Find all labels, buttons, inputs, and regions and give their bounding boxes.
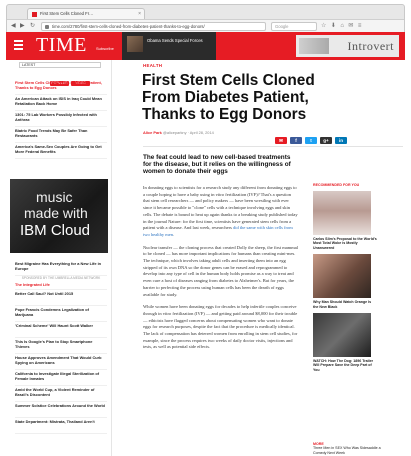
list-item[interactable]: Biatric Food Trends May Be Safer Than Re… (15, 127, 107, 143)
linkedin-share-button[interactable]: in (335, 137, 347, 144)
search-placeholder: Google (275, 24, 289, 29)
section-label[interactable]: HEALTH (143, 63, 162, 68)
recommended-caption: WATCH: How The Dog: 1896 Trailer Will Pr… (313, 359, 374, 372)
url-text: time.com/2780/first-stem-cells-cloned-fr… (52, 24, 205, 29)
article-dek: The feat could lead to new cell-based tr… (143, 154, 291, 176)
recommended-image (313, 313, 371, 358)
ad-line: made with (24, 205, 88, 221)
twitter-share-button[interactable]: t (305, 137, 317, 144)
more-link[interactable]: Three Men in SEX Who Was Sidesaddle a Co… (313, 446, 383, 455)
list-item[interactable]: Summer Solstice Celebrations Around the … (15, 402, 107, 418)
inline-link[interactable]: did the same with skin cells from two he… (143, 225, 293, 237)
list-item[interactable]: An American Attack on ISIS in Iraq Could… (15, 95, 107, 111)
divider (143, 146, 403, 147)
list-item[interactable]: Amid the World Cup, a Violent Reminder o… (15, 386, 107, 402)
list-item[interactable]: 1301: 75 Lab Workers Possibly Infected w… (15, 111, 107, 127)
subscribe-link[interactable]: Subscribe (96, 46, 114, 51)
header-promo[interactable]: Obama Sends Special Forces (122, 32, 216, 60)
recommended-rail: RECOMMENDED FOR YOU Carlos Slim's Propos… (313, 183, 405, 376)
list-item[interactable]: America's Same-Sex Couples Are Going to … (15, 143, 107, 159)
list-item[interactable]: The Integrated Life (15, 281, 107, 290)
ad-image (299, 38, 329, 54)
author-link[interactable]: Alice Park (143, 130, 162, 135)
byline: Alice Park @aliceparkny · April 28, 2014 (143, 130, 214, 135)
hamburger-menu-icon[interactable] (14, 40, 23, 50)
list-item[interactable]: This Is Google's Plan to Stop Smartphone… (15, 338, 107, 354)
recommended-heading: RECOMMENDED FOR YOU (313, 183, 360, 187)
list-item[interactable]: Better Call Saul? Not Until 2015 (15, 290, 107, 306)
facebook-share-button[interactable]: f (290, 137, 302, 144)
recommended-image (313, 191, 371, 235)
byline-meta: @aliceparkny · April 28, 2014 (161, 130, 214, 135)
close-tab-icon[interactable]: × (138, 9, 141, 19)
forward-button[interactable]: ▶ (20, 23, 25, 29)
recommended-item[interactable]: Carlos Slim's Proposal to the World's Mo… (313, 191, 405, 250)
recommended-item[interactable]: Why Man Should Watch Orange Is the New B… (313, 254, 405, 309)
article-title: First Stem Cells Cloned From Diabetes Pa… (142, 72, 315, 123)
sidebar-latest-tab[interactable]: LATEST (19, 62, 101, 68)
navigation-bar: ◀ ▶ ↻ time.com/2780/first-stem-cells-clo… (7, 19, 404, 32)
article: HEALTH First Stem Cells Cloned From Diab… (112, 60, 405, 456)
page-icon (45, 25, 49, 29)
paragraph: In donating eggs to scientists for a res… (143, 185, 298, 237)
recommended-caption: Why Man Should Watch Orange Is the New B… (313, 300, 372, 309)
list-item[interactable]: 'Criminal Scheme' Will Haunt Scott Walke… (15, 322, 107, 338)
recommended-item[interactable]: WATCH: How The Dog: 1896 Trailer Will Pr… (313, 313, 405, 372)
search-box[interactable]: Google (271, 22, 317, 31)
sidebar-list-2: Best Migraine Has Everything for a New L… (15, 260, 107, 434)
ad-line: IBM Cloud (20, 222, 91, 239)
list-item[interactable]: Pope Francis Condemns Legalization of Ma… (15, 306, 107, 322)
site-header: TIME Subscribe Obama Sends Special Force… (6, 32, 405, 60)
address-bar[interactable]: time.com/2780/first-stem-cells-cloned-fr… (41, 22, 266, 31)
header-advertisement[interactable]: Introvert (296, 35, 399, 57)
list-item[interactable]: First Stem Cells Cloned From Diabetes Pa… (15, 79, 107, 95)
promo-text: Obama Sends Special Forces (147, 38, 203, 43)
recommended-image (313, 254, 371, 299)
googleplus-share-button[interactable]: g+ (320, 137, 332, 144)
toolbar-icons[interactable]: ☆ ⬇ ⌂ ✉ ≡ (321, 22, 363, 29)
list-item[interactable]: Best Migraine Has Everything for a New L… (15, 260, 107, 276)
time-favicon-icon (32, 12, 37, 17)
list-item[interactable]: California to Investigate Illegal Steril… (15, 370, 107, 386)
ibm-cloud-ad[interactable]: music made with IBM Cloud (10, 179, 108, 253)
list-item[interactable]: House Approves Amendment That Would Curb… (15, 354, 107, 370)
article-body: In donating eggs to scientists for a res… (143, 185, 298, 357)
paragraph: Nuclear transfer — the cloning process t… (143, 244, 298, 297)
sidebar-list: First Stem Cells Cloned From Diabetes Pa… (15, 79, 107, 159)
back-button[interactable]: ◀ (11, 23, 16, 29)
paragraph: While women have been donating eggs for … (143, 304, 298, 350)
share-bar: ✉ f t g+ in (275, 129, 350, 147)
promo-thumbnail (127, 36, 143, 52)
more-section: MORE Three Men in SEX Who Was Sidesaddle… (313, 442, 383, 455)
time-logo[interactable]: TIME (36, 34, 87, 57)
ad-line: music (36, 189, 73, 205)
reload-button[interactable]: ↻ (30, 23, 35, 29)
ad-text: Introvert (347, 39, 394, 53)
browser-tab[interactable]: First Stem Cells Cloned Fr… × (27, 8, 145, 19)
recommended-caption: Carlos Slim's Proposal to the World's Mo… (313, 237, 377, 250)
list-item[interactable]: State Department: Mistrata, Thailand Are… (15, 418, 107, 434)
browser-window: First Stem Cells Cloned Fr… × ◀ ▶ ↻ time… (6, 4, 405, 32)
sidebar: LATEST POPULAR VIDEO First Stem Cells Clo… (6, 60, 112, 456)
email-share-button[interactable]: ✉ (275, 137, 287, 144)
tab-title: First Stem Cells Cloned Fr… (40, 11, 94, 16)
